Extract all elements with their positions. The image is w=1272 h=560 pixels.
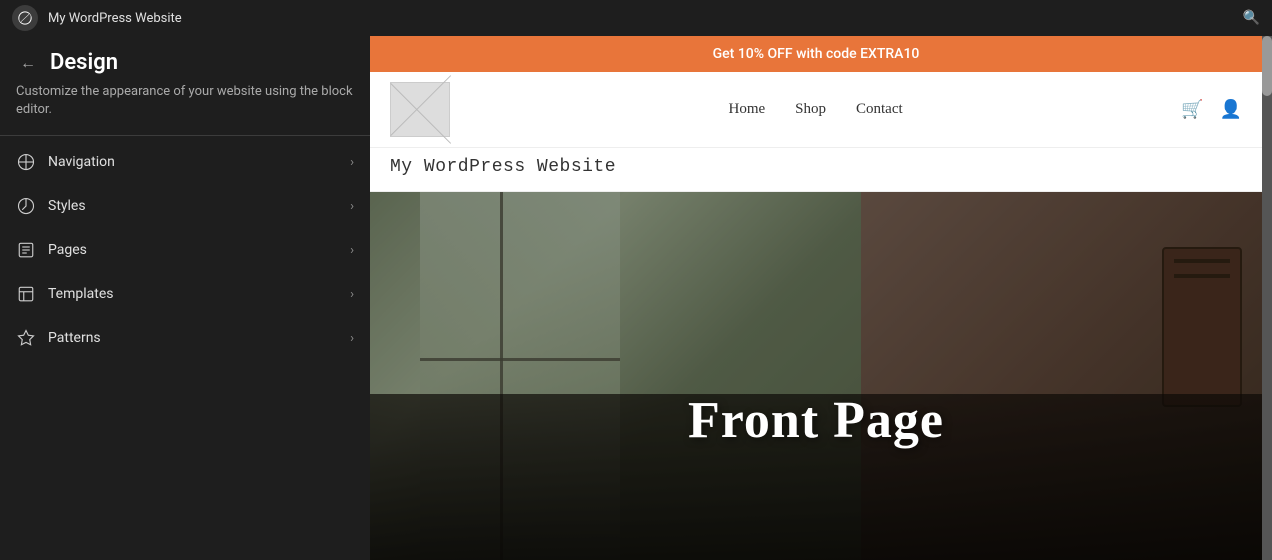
pages-chevron: ›: [350, 243, 354, 258]
nav-contact[interactable]: Contact: [856, 101, 903, 118]
nav-home[interactable]: Home: [728, 101, 765, 118]
top-bar: My WordPress Website 🔍: [0, 0, 1272, 36]
wordpress-logo[interactable]: [12, 5, 38, 31]
main-preview: Get 10% OFF with code EXTRA10 Home Shop …: [370, 36, 1272, 560]
cart-icon[interactable]: 🛒: [1181, 99, 1203, 120]
templates-label: Templates: [48, 286, 338, 302]
sidebar-divider: [0, 135, 370, 136]
promo-text: Get 10% OFF with code EXTRA10: [713, 46, 920, 62]
site-logo: [390, 82, 450, 137]
site-branding-name: My WordPress Website: [390, 157, 616, 177]
styles-label: Styles: [48, 198, 338, 214]
sidebar-description: Customize the appearance of your website…: [0, 83, 370, 135]
navigation-label: Navigation: [48, 154, 338, 170]
scrollbar[interactable]: [1262, 36, 1272, 560]
patterns-icon: [16, 328, 36, 348]
site-header: Home Shop Contact 🛒 👤: [370, 72, 1262, 148]
account-icon[interactable]: 👤: [1220, 99, 1242, 120]
site-actions: 🛒 👤: [1181, 99, 1242, 120]
templates-icon: [16, 284, 36, 304]
sidebar-header: ← Design: [0, 36, 370, 83]
nav-shop[interactable]: Shop: [795, 101, 826, 118]
search-button[interactable]: 🔍: [1243, 10, 1260, 26]
site-navigation: Home Shop Contact: [450, 101, 1181, 118]
navigation-icon: [16, 152, 36, 172]
promo-banner: Get 10% OFF with code EXTRA10: [370, 36, 1262, 72]
pages-icon: [16, 240, 36, 260]
site-name-label: My WordPress Website: [48, 11, 1233, 26]
hero-text: Front Page: [688, 391, 944, 450]
sidebar-item-patterns[interactable]: Patterns ›: [0, 316, 370, 360]
back-button[interactable]: ←: [16, 51, 40, 75]
sidebar-item-templates[interactable]: Templates ›: [0, 272, 370, 316]
sidebar-item-styles[interactable]: Styles ›: [0, 184, 370, 228]
sidebar-item-pages[interactable]: Pages ›: [0, 228, 370, 272]
sidebar: ← Design Customize the appearance of you…: [0, 0, 370, 560]
website-preview: Get 10% OFF with code EXTRA10 Home Shop …: [370, 36, 1262, 560]
styles-icon: [16, 196, 36, 216]
hero-section: Front Page: [370, 192, 1262, 560]
patterns-label: Patterns: [48, 330, 338, 346]
pages-label: Pages: [48, 242, 338, 258]
sidebar-item-navigation[interactable]: Navigation ›: [0, 140, 370, 184]
patterns-chevron: ›: [350, 331, 354, 346]
templates-chevron: ›: [350, 287, 354, 302]
site-branding-bar: My WordPress Website: [370, 148, 1262, 192]
sidebar-title: Design: [50, 50, 118, 75]
scrollbar-thumb[interactable]: [1262, 36, 1272, 96]
dark-overlay: [370, 192, 1262, 560]
hero-background: [370, 192, 1262, 560]
styles-chevron: ›: [350, 199, 354, 214]
navigation-chevron: ›: [350, 155, 354, 170]
